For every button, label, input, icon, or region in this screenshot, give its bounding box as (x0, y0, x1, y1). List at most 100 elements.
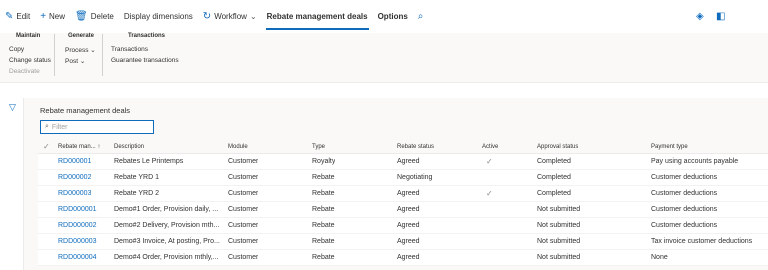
cell-description: Rebates Le Printemps (114, 158, 184, 165)
filter-placeholder: Filter (51, 123, 68, 131)
cell-rebate-status: Agreed (397, 254, 420, 261)
filter-input[interactable]: ⌕ Filter (40, 120, 154, 134)
group-title-maintain: Maintain (16, 33, 41, 39)
col-header-active[interactable]: Active (482, 140, 498, 153)
post-button[interactable]: Post ⌄ (65, 57, 85, 65)
edit-button[interactable]: ✎ Edit (0, 0, 35, 33)
table-row[interactable]: RD000001 Rebates Le Printemps Customer Roya… (38, 154, 768, 170)
action-bar: ✎ Edit + New 🗑 Delete Display dimensions ↻ W… (0, 0, 768, 33)
table-row[interactable]: RDD000003 Demo#3 Invoice, At posting, Pro… (38, 234, 768, 250)
workflow-button[interactable]: ↻ Workflow ⌄ (198, 0, 262, 33)
cell-payment-type: Customer deductions (651, 174, 718, 181)
cell-description: Demo#3 Invoice, At posting, Pro... (114, 238, 220, 245)
search-icon: ⌕ (45, 123, 49, 130)
col-header-type[interactable]: Type (312, 140, 325, 153)
cell-module: Customer (228, 222, 259, 229)
tab-rebate-management-deals[interactable]: Rebate management deals (262, 0, 373, 33)
spacer (0, 84, 768, 98)
grid-body: RD000001 Rebates Le Printemps Customer Roya… (38, 154, 768, 266)
cell-payment-type: Tax invoice customer deductions (651, 238, 753, 245)
col-header-payment-type[interactable]: Payment type (651, 140, 688, 153)
cell-rebate-status: Agreed (397, 158, 420, 165)
chevron-down-icon: ⌄ (249, 12, 257, 21)
ribbon: Maintain Copy Change status Deactivate G… (0, 33, 768, 83)
cell-id[interactable]: RD000001 (58, 154, 91, 169)
table-row[interactable]: RDD000001 Demo#1 Order, Provision daily, … (38, 202, 768, 218)
ribbon-group-generate: Generate Process ⌄ Post ⌄ (58, 33, 100, 83)
cell-type: Rebate (312, 254, 335, 261)
cell-payment-type: Pay using accounts payable (651, 158, 739, 165)
col-header-description[interactable]: Description (114, 140, 144, 153)
col-header-approval-status[interactable]: Approval status (537, 140, 578, 153)
cell-type: Rebate (312, 190, 335, 197)
search-button[interactable]: ⌕ (413, 0, 432, 33)
left-pane: ▽ (0, 98, 24, 270)
cell-description: Demo#2 Delivery, Provision mth... (114, 222, 220, 229)
cell-module: Customer (228, 190, 259, 197)
table-row[interactable]: RDD000004 Demo#4 Order, Provision mthly,.… (38, 250, 768, 266)
cell-approval-status: Not submitted (537, 222, 581, 229)
cell-payment-type: Customer deductions (651, 190, 718, 197)
cell-id[interactable]: RDD000002 (58, 218, 97, 233)
group-title-transactions: Transactions (128, 33, 166, 39)
cell-type: Rebate (312, 206, 335, 213)
copy-button[interactable]: Copy (9, 46, 24, 53)
cell-type: Rebate (312, 238, 335, 245)
grid-header: ✓ Rebate man... ↑ Description Module Typ… (38, 140, 768, 154)
cell-id[interactable]: RDD000001 (58, 202, 97, 217)
cell-approval-status: Not submitted (537, 206, 581, 213)
diamond-icon[interactable]: ◈ (696, 0, 704, 33)
ribbon-divider (54, 34, 55, 76)
deactivate-button[interactable]: Deactivate (9, 68, 40, 75)
change-status-button[interactable]: Change status (9, 57, 51, 64)
cell-approval-status: Completed (537, 174, 571, 181)
sort-arrow-up-icon: ↑ (97, 143, 101, 150)
cell-approval-status: Completed (537, 190, 571, 197)
table-row[interactable]: RD000003 Rebate YRD 2 Customer Rebate Agreed… (38, 186, 768, 202)
cell-rebate-status: Agreed (397, 238, 420, 245)
workflow-icon: ↻ (202, 11, 212, 22)
guarantee-transactions-button[interactable]: Guarantee transactions (111, 57, 179, 64)
cell-module: Customer (228, 206, 259, 213)
chevron-down-icon: ⌄ (79, 58, 86, 65)
content-area: Rebate management deals ⌕ Filter ✓ Rebat… (24, 98, 768, 270)
ribbon-divider (102, 34, 103, 76)
tab-options[interactable]: Options (373, 0, 413, 33)
cell-description: Demo#1 Order, Provision daily, ... (114, 206, 219, 213)
cell-id[interactable]: RDD000003 (58, 234, 97, 249)
col-header-id[interactable]: Rebate man... ↑ (58, 140, 100, 153)
cell-description: Demo#4 Order, Provision mthly,... (114, 254, 219, 261)
ribbon-group-maintain: Maintain Copy Change status Deactivate (0, 33, 54, 83)
cell-rebate-status: Agreed (397, 206, 420, 213)
cell-payment-type: Customer deductions (651, 222, 718, 229)
cell-approval-status: Not submitted (537, 238, 581, 245)
office-icon[interactable]: ◧ (716, 0, 725, 33)
active-checkmark-icon: ✓ (486, 157, 493, 166)
cell-module: Customer (228, 174, 259, 181)
process-button[interactable]: Process ⌄ (65, 46, 96, 54)
select-all-checkbox[interactable]: ✓ (43, 140, 50, 153)
cell-id[interactable]: RD000003 (58, 186, 91, 201)
cell-type: Rebate (312, 222, 335, 229)
cell-id[interactable]: RDD000004 (58, 250, 97, 265)
cell-description: Rebate YRD 2 (114, 190, 160, 197)
display-dimensions-button[interactable]: Display dimensions (119, 0, 198, 33)
search-icon: ⌕ (417, 11, 424, 22)
delete-button[interactable]: 🗑 Delete (70, 0, 119, 33)
col-header-module[interactable]: Module (228, 140, 248, 153)
cell-rebate-status: Agreed (397, 190, 420, 197)
cell-module: Customer (228, 254, 259, 261)
filter-icon[interactable]: ▽ (9, 102, 16, 113)
cell-rebate-status: Agreed (397, 222, 420, 229)
table-row[interactable]: RD000002 Rebate YRD 1 Customer Rebate Negoti… (38, 170, 768, 186)
chevron-down-icon: ⌄ (90, 47, 96, 54)
transactions-button[interactable]: Transactions (111, 46, 148, 53)
grid-title: Rebate management deals (40, 106, 131, 115)
new-button[interactable]: + New (35, 0, 70, 33)
cell-type: Royalty (312, 158, 336, 165)
pencil-icon: ✎ (5, 11, 14, 22)
cell-payment-type: Customer deductions (651, 206, 718, 213)
table-row[interactable]: RDD000002 Demo#2 Delivery, Provision mth.… (38, 218, 768, 234)
col-header-rebate-status[interactable]: Rebate status (397, 140, 434, 153)
cell-id[interactable]: RD000002 (58, 170, 91, 185)
